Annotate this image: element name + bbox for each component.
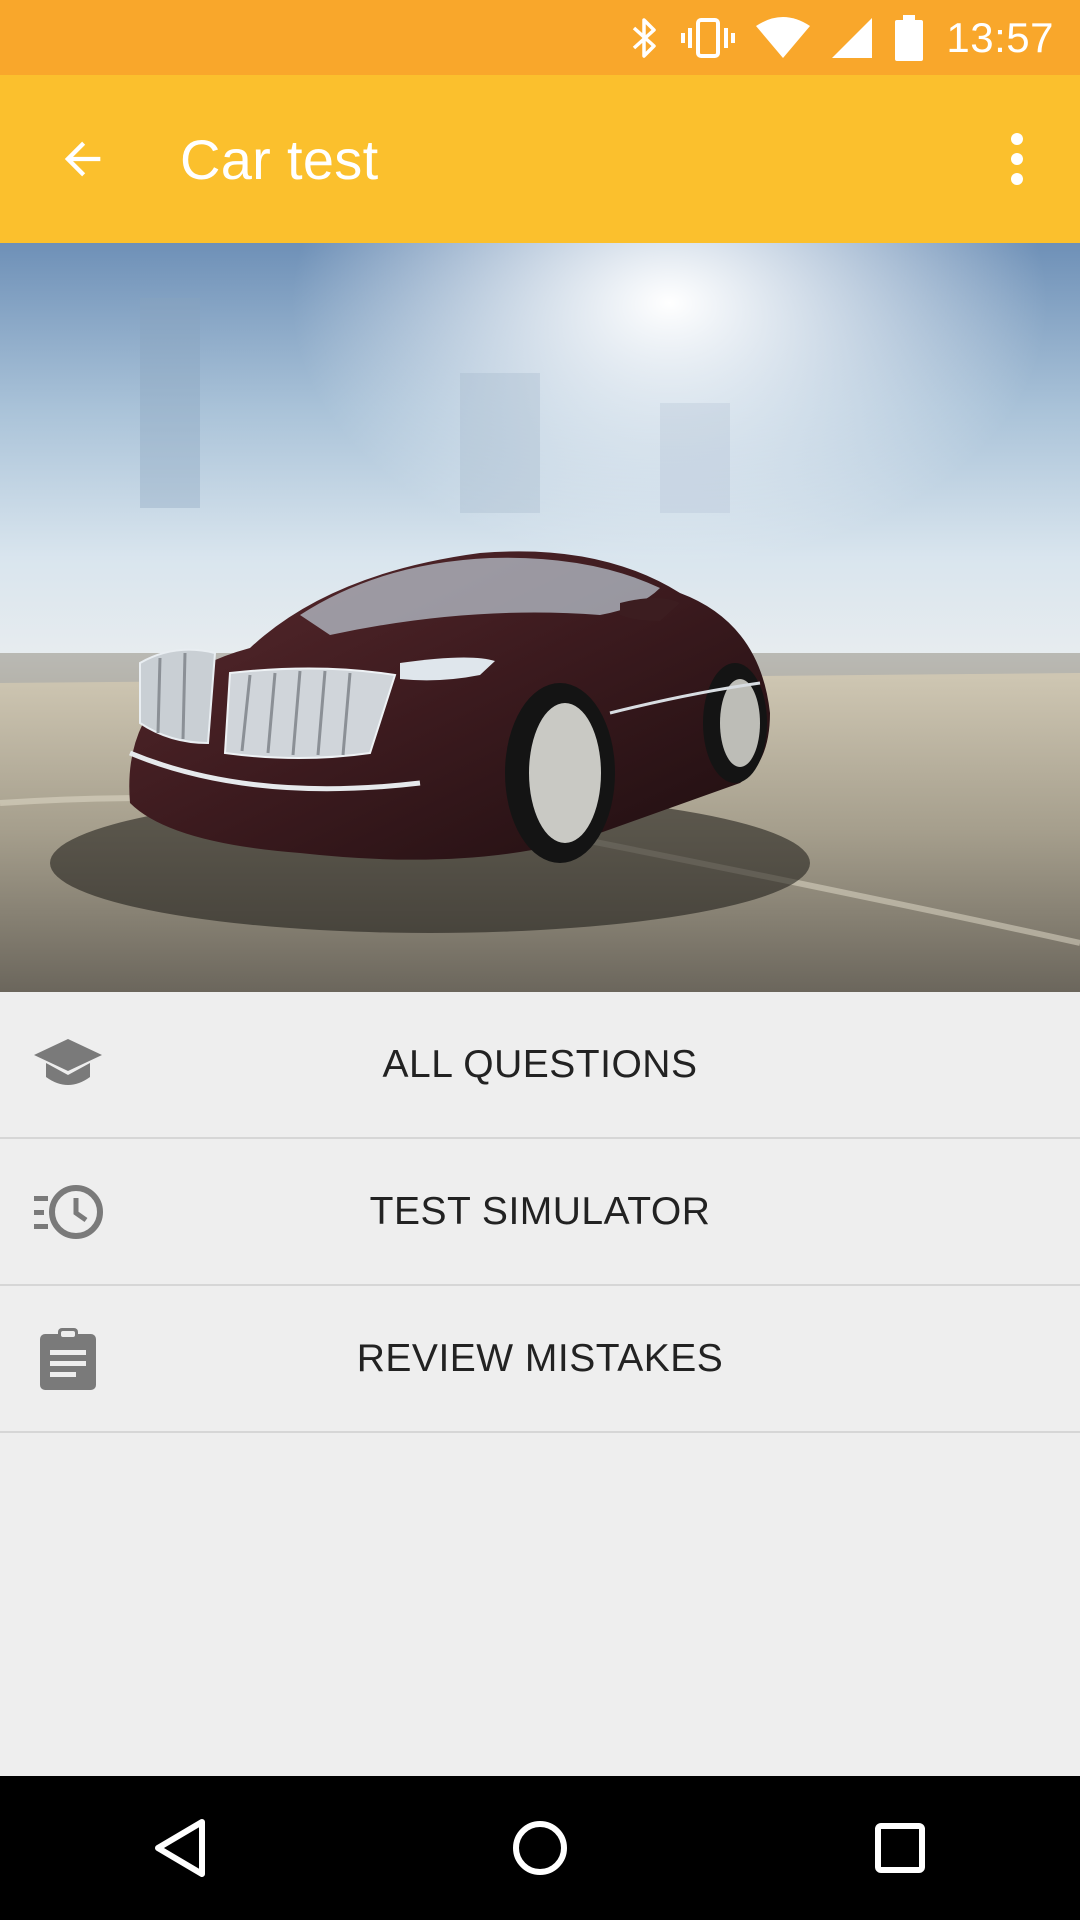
menu-item-review-mistakes[interactable]: REVIEW MISTAKES xyxy=(0,1286,1080,1433)
clipboard-icon xyxy=(32,1323,104,1395)
arrow-back-icon xyxy=(64,141,101,177)
menu-item-test-simulator[interactable]: TEST SIMULATOR xyxy=(0,1139,1080,1286)
app-bar: Car test xyxy=(0,75,1080,243)
vibrate-icon xyxy=(680,16,736,60)
car-photo xyxy=(0,243,1080,992)
more-vert-icon xyxy=(1011,133,1023,185)
battery-icon xyxy=(894,14,924,61)
nav-home-button[interactable] xyxy=(480,1788,600,1908)
status-bar: 13:57 xyxy=(0,0,1080,75)
page-title: Car test xyxy=(180,128,379,191)
menu-item-label: REVIEW MISTAKES xyxy=(356,1336,724,1380)
menu-list: ALL QUESTIONS TEST SIMULATOR REVIEW MIST… xyxy=(0,992,1080,1433)
back-button[interactable] xyxy=(40,119,126,199)
system-nav-bar xyxy=(0,1776,1080,1920)
cell-signal-icon xyxy=(830,16,874,60)
status-time: 13:57 xyxy=(946,13,1054,61)
recents-square-icon xyxy=(875,1823,925,1873)
bluetooth-icon xyxy=(630,16,660,60)
nav-recents-button[interactable] xyxy=(840,1788,960,1908)
wifi-icon xyxy=(756,16,811,60)
menu-item-label: ALL QUESTIONS xyxy=(382,1042,698,1086)
back-triangle-icon xyxy=(155,1819,205,1877)
menu-item-label: TEST SIMULATOR xyxy=(369,1189,711,1233)
overflow-menu-button[interactable] xyxy=(982,119,1052,199)
menu-item-all-questions[interactable]: ALL QUESTIONS xyxy=(0,992,1080,1139)
clock-list-icon xyxy=(32,1176,104,1248)
home-circle-icon xyxy=(513,1821,567,1875)
nav-back-button[interactable] xyxy=(120,1788,240,1908)
graduation-cap-icon xyxy=(32,1029,104,1101)
